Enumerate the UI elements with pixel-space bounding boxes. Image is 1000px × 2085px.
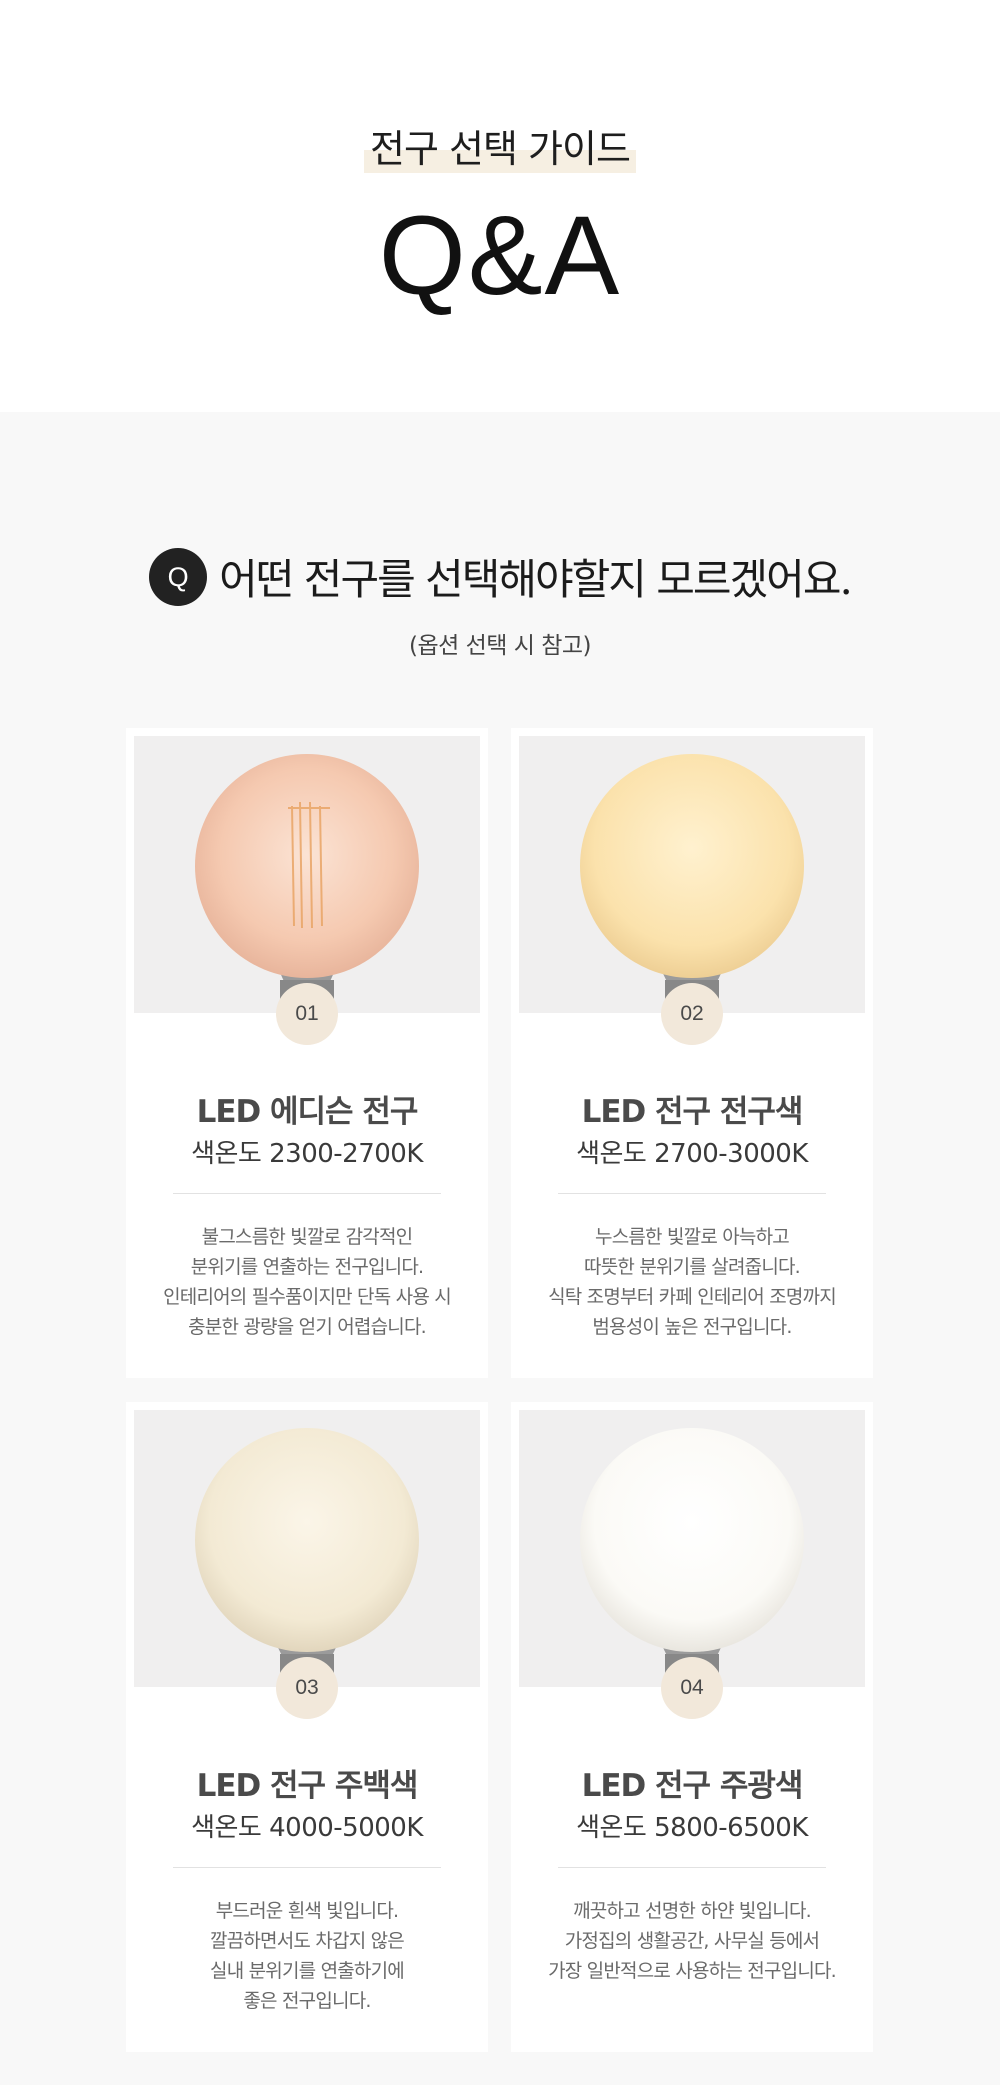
desc-line: 범용성이 높은 전구입니다. xyxy=(592,1316,792,1338)
card-color-temp: 색온도 4000-5000K xyxy=(191,1813,423,1843)
bulb-photo xyxy=(519,1410,865,1687)
card-description: 부드러운 흰색 빛입니다. 깔끔하면서도 차갑지 않은 실내 분위기를 연출하기… xyxy=(126,1896,488,2016)
card-description: 불그스름한 빛깔로 감각적인 분위기를 연출하는 전구입니다. 인테리어의 필수… xyxy=(126,1222,488,1342)
guide-subtitle: 전구 선택 가이드 xyxy=(364,118,636,173)
card-number: 04 xyxy=(661,1657,723,1719)
desc-line: 실내 분위기를 연출하기에 xyxy=(210,1960,405,1982)
card-divider xyxy=(173,1193,441,1194)
desc-line: 가정집의 생활공간, 사무실 등에서 xyxy=(564,1930,820,1952)
bulb-card-daylight: 04 LED 전구 주광색 색온도 5800-6500K 깨끗하고 선명한 하얀… xyxy=(511,1402,873,2052)
card-number: 02 xyxy=(661,983,723,1045)
bulb-card-neutral: 03 LED 전구 주백색 색온도 4000-5000K 부드러운 흰색 빛입니… xyxy=(126,1402,488,2052)
desc-line: 가장 일반적으로 사용하는 전구입니다. xyxy=(548,1960,837,1982)
page-title: Q&A xyxy=(378,193,622,318)
card-color-temp: 색온도 2300-2700K xyxy=(191,1139,423,1169)
bulb-card-warm: 02 LED 전구 전구색 색온도 2700-3000K 누스름한 빛깔로 아늑… xyxy=(511,728,873,1378)
bulb-photo xyxy=(134,1410,480,1687)
card-number: 03 xyxy=(276,1657,338,1719)
question-text: 어떤 전구를 선택해야할지 모르겠어요. xyxy=(219,555,853,604)
card-color-temp: 색온도 5800-6500K xyxy=(576,1813,808,1843)
desc-line: 좋은 전구입니다. xyxy=(243,1990,371,2012)
card-divider xyxy=(558,1867,826,1868)
card-description: 누스름한 빛깔로 아늑하고 따뜻한 분위기를 살려줍니다. 식탁 조명부터 카페… xyxy=(511,1222,873,1342)
desc-line: 누스름한 빛깔로 아늑하고 xyxy=(595,1226,790,1248)
desc-line: 불그스름한 빛깔로 감각적인 xyxy=(201,1226,413,1248)
card-title: LED 전구 주백색 xyxy=(196,1768,419,1804)
card-title: LED 에디슨 전구 xyxy=(196,1094,419,1130)
neutral-bulb-icon xyxy=(134,1410,480,1687)
card-color-temp: 색온도 2700-3000K xyxy=(576,1139,808,1169)
question-note: (옵션 선택 시 참고) xyxy=(409,633,592,659)
card-title: LED 전구 전구색 xyxy=(581,1094,804,1130)
warm-bulb-icon xyxy=(519,736,865,1013)
desc-line: 깔끔하면서도 차갑지 않은 xyxy=(210,1930,405,1952)
daylight-bulb-icon xyxy=(519,1410,865,1687)
desc-line: 식탁 조명부터 카페 인테리어 조명까지 xyxy=(548,1286,837,1308)
card-title: LED 전구 주광색 xyxy=(581,1768,804,1804)
guide-header: 전구 선택 가이드 Q&A xyxy=(0,0,1000,412)
desc-line: 분위기를 연출하는 전구입니다. xyxy=(190,1256,424,1278)
card-divider xyxy=(558,1193,826,1194)
bulb-photo xyxy=(134,736,480,1013)
desc-line: 부드러운 흰색 빛입니다. xyxy=(215,1900,399,1922)
bulb-photo xyxy=(519,736,865,1013)
card-number: 01 xyxy=(276,983,338,1045)
q-badge: Q xyxy=(149,547,208,606)
question-heading: Q 어떤 전구를 선택해야할지 모르겠어요. xyxy=(0,546,1000,607)
card-description: 깨끗하고 선명한 하얀 빛입니다. 가정집의 생활공간, 사무실 등에서 가장 … xyxy=(511,1896,873,1986)
bulb-card-edison: 01 LED 에디슨 전구 색온도 2300-2700K 불그스름한 빛깔로 감… xyxy=(126,728,488,1378)
qa-section: Q 어떤 전구를 선택해야할지 모르겠어요. (옵션 선택 시 참고) 01 L… xyxy=(0,412,1000,2085)
card-divider xyxy=(173,1867,441,1868)
guide-subtitle-wrap: 전구 선택 가이드 xyxy=(0,118,1000,173)
desc-line: 깨끗하고 선명한 하얀 빛입니다. xyxy=(573,1900,812,1922)
desc-line: 인테리어의 필수품이지만 단독 사용 시 xyxy=(163,1286,452,1308)
edison-bulb-icon xyxy=(134,736,480,1013)
desc-line: 충분한 광량을 얻기 어렵습니다. xyxy=(188,1316,427,1338)
desc-line: 따뜻한 분위기를 살려줍니다. xyxy=(584,1256,801,1278)
